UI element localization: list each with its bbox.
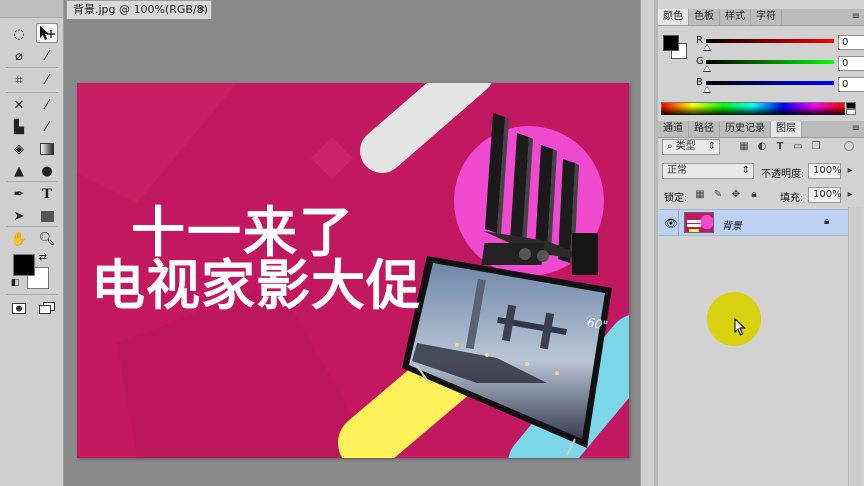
magic-wand-icon[interactable]: ⁄ bbox=[36, 46, 58, 66]
blend-mode-value: 正常 bbox=[667, 165, 687, 176]
marquee-icon[interactable]: ◌ bbox=[8, 24, 30, 44]
tools-panel: ◌ ⌀ ⁄ ⌗ ⁄ ✕ ⁄ ▙ ⁄ ◈ ▲ ● ✒ T ➤ ✋ 🔍︎ ⇄ ◧ bbox=[0, 0, 64, 486]
layers-panel-menu-icon[interactable]: ≡ bbox=[852, 123, 860, 134]
dodge-icon[interactable]: ● bbox=[36, 161, 58, 181]
lock-all-icon[interactable]: 🔒︎ bbox=[748, 189, 760, 201]
default-colors-icon[interactable]: ◧ bbox=[8, 276, 22, 290]
lock-position-icon[interactable]: ✥ bbox=[730, 189, 742, 201]
green-value-field[interactable]: 0 bbox=[838, 56, 864, 71]
blue-channel-label: B bbox=[696, 77, 703, 88]
layer-filter-select[interactable]: ⌕ 类型 ⇕ bbox=[662, 139, 720, 155]
lock-image-icon[interactable]: ✎ bbox=[712, 189, 724, 201]
move-icon[interactable] bbox=[36, 23, 58, 43]
fill-label: 填充: bbox=[780, 193, 804, 204]
opacity-field[interactable]: 100% bbox=[808, 163, 842, 179]
healing-icon[interactable]: ✕ bbox=[8, 95, 30, 115]
right-panel-dock: 颜色 色板 样式 字符 ≡ R 0 G 0 B 0 通道 路径 历史记录 图层 … bbox=[658, 0, 864, 486]
brush-icon[interactable]: ⁄ bbox=[36, 95, 58, 115]
color-panel-tabs: 颜色 色板 样式 字符 ≡ bbox=[658, 9, 864, 26]
mouse-pointer-icon bbox=[734, 317, 746, 339]
green-slider-thumb[interactable] bbox=[703, 65, 711, 72]
green-slider-track[interactable] bbox=[706, 60, 834, 64]
blue-value-field[interactable]: 0 bbox=[838, 77, 864, 92]
history-brush-icon[interactable]: ⁄ bbox=[36, 117, 58, 137]
tab-swatches[interactable]: 色板 bbox=[689, 9, 720, 25]
panel-menu-icon[interactable]: ≡ bbox=[852, 11, 860, 22]
layer-thumbnail bbox=[684, 212, 714, 233]
type-icon[interactable]: T bbox=[36, 184, 58, 204]
spectrum-black-chip[interactable] bbox=[846, 102, 856, 109]
green-channel-row: G 0 bbox=[690, 56, 864, 76]
document-canvas[interactable]: 60" 十一来了 电视家影大促 bbox=[77, 83, 629, 458]
tab-color[interactable]: 颜色 bbox=[658, 9, 689, 25]
spectrum-white-chip[interactable] bbox=[846, 109, 856, 115]
hand-icon[interactable]: ✋ bbox=[8, 229, 30, 249]
workspace-scrollbar[interactable] bbox=[640, 0, 654, 486]
eyedropper-icon[interactable]: ⁄ bbox=[36, 70, 58, 90]
pen-icon[interactable]: ✒ bbox=[8, 184, 30, 204]
gradient-icon[interactable] bbox=[36, 139, 58, 159]
rectangle-icon[interactable] bbox=[36, 206, 58, 226]
layers-panel-tabs: 通道 路径 历史记录 图层 ≡ bbox=[658, 121, 864, 138]
foreground-color-swatch[interactable] bbox=[13, 254, 35, 276]
filter-toggle-icon[interactable] bbox=[844, 141, 854, 151]
fill-field[interactable]: 100% bbox=[808, 187, 842, 203]
tools-panel-grip[interactable] bbox=[0, 0, 63, 18]
tab-layers[interactable]: 图层 bbox=[771, 121, 802, 137]
search-icon: ⌕ bbox=[667, 141, 676, 152]
tab-character[interactable]: 字符 bbox=[751, 9, 782, 25]
blue-slider-thumb[interactable] bbox=[703, 86, 711, 93]
lasso-icon[interactable]: ⌀ bbox=[8, 46, 30, 66]
headline-line-2: 电视家影大促 bbox=[91, 254, 421, 317]
layer-name[interactable]: 背景 bbox=[722, 217, 742, 232]
tab-channels[interactable]: 通道 bbox=[658, 121, 689, 137]
layers-scrollbar[interactable] bbox=[848, 207, 862, 486]
swap-colors-icon[interactable]: ⇄ bbox=[36, 250, 50, 264]
zoom-icon[interactable]: 🔍︎ bbox=[36, 229, 58, 249]
stamp-icon[interactable]: ▙ bbox=[8, 117, 30, 137]
lock-label: 锁定: bbox=[664, 193, 688, 204]
layer-filter-kind: 类型 bbox=[675, 141, 696, 152]
red-channel-label: R bbox=[696, 35, 703, 46]
tab-paths[interactable]: 路径 bbox=[689, 121, 720, 137]
chevron-updown-icon: ⇕ bbox=[741, 165, 750, 176]
lock-transparent-icon[interactable]: ▦ bbox=[694, 189, 706, 201]
eye-icon[interactable]: 👁︎ bbox=[664, 217, 678, 230]
eraser-icon[interactable]: ◈ bbox=[8, 139, 30, 159]
layer-row-background[interactable]: 👁︎ 背景 🔒︎ bbox=[658, 209, 848, 236]
blend-mode-select[interactable]: 正常 ⇕ bbox=[662, 163, 754, 179]
filter-smart-object-icon[interactable]: ❐ bbox=[810, 141, 822, 153]
opacity-label: 不透明度: bbox=[761, 169, 805, 180]
blue-channel-row: B 0 bbox=[690, 77, 864, 97]
red-channel-row: R 0 bbox=[690, 35, 864, 55]
close-icon[interactable]: × bbox=[198, 1, 206, 19]
tab-styles[interactable]: 样式 bbox=[720, 9, 751, 25]
blur-icon[interactable]: ▲ bbox=[8, 161, 30, 181]
filter-type-icon[interactable]: T bbox=[774, 141, 786, 153]
tab-history[interactable]: 历史记录 bbox=[720, 121, 771, 137]
blue-slider-track[interactable] bbox=[706, 81, 834, 85]
chevron-updown-icon: ⇕ bbox=[707, 141, 716, 152]
red-value-field[interactable]: 0 bbox=[838, 35, 864, 50]
filter-pixel-icon[interactable]: ▦ bbox=[738, 141, 750, 153]
fill-dropdown-icon[interactable]: ▸ bbox=[844, 189, 856, 201]
quick-mask-icon[interactable] bbox=[8, 298, 30, 318]
filter-shape-icon[interactable]: ▭ bbox=[792, 141, 804, 153]
layer-lock-icon: 🔒︎ bbox=[824, 216, 830, 227]
red-slider-thumb[interactable] bbox=[703, 44, 711, 51]
red-slider-track[interactable] bbox=[706, 39, 834, 43]
document-tab[interactable]: 背景.jpg @ 100%(RGB/8) * × bbox=[66, 0, 212, 34]
crop-icon[interactable]: ⌗ bbox=[8, 70, 30, 90]
opacity-dropdown-icon[interactable]: ▸ bbox=[844, 165, 856, 177]
filter-adjustment-icon[interactable]: ◐ bbox=[756, 141, 768, 153]
path-select-icon[interactable]: ➤ bbox=[8, 206, 30, 226]
screen-mode-icon[interactable] bbox=[36, 298, 58, 318]
color-panel-foreground-swatch[interactable] bbox=[663, 35, 679, 51]
